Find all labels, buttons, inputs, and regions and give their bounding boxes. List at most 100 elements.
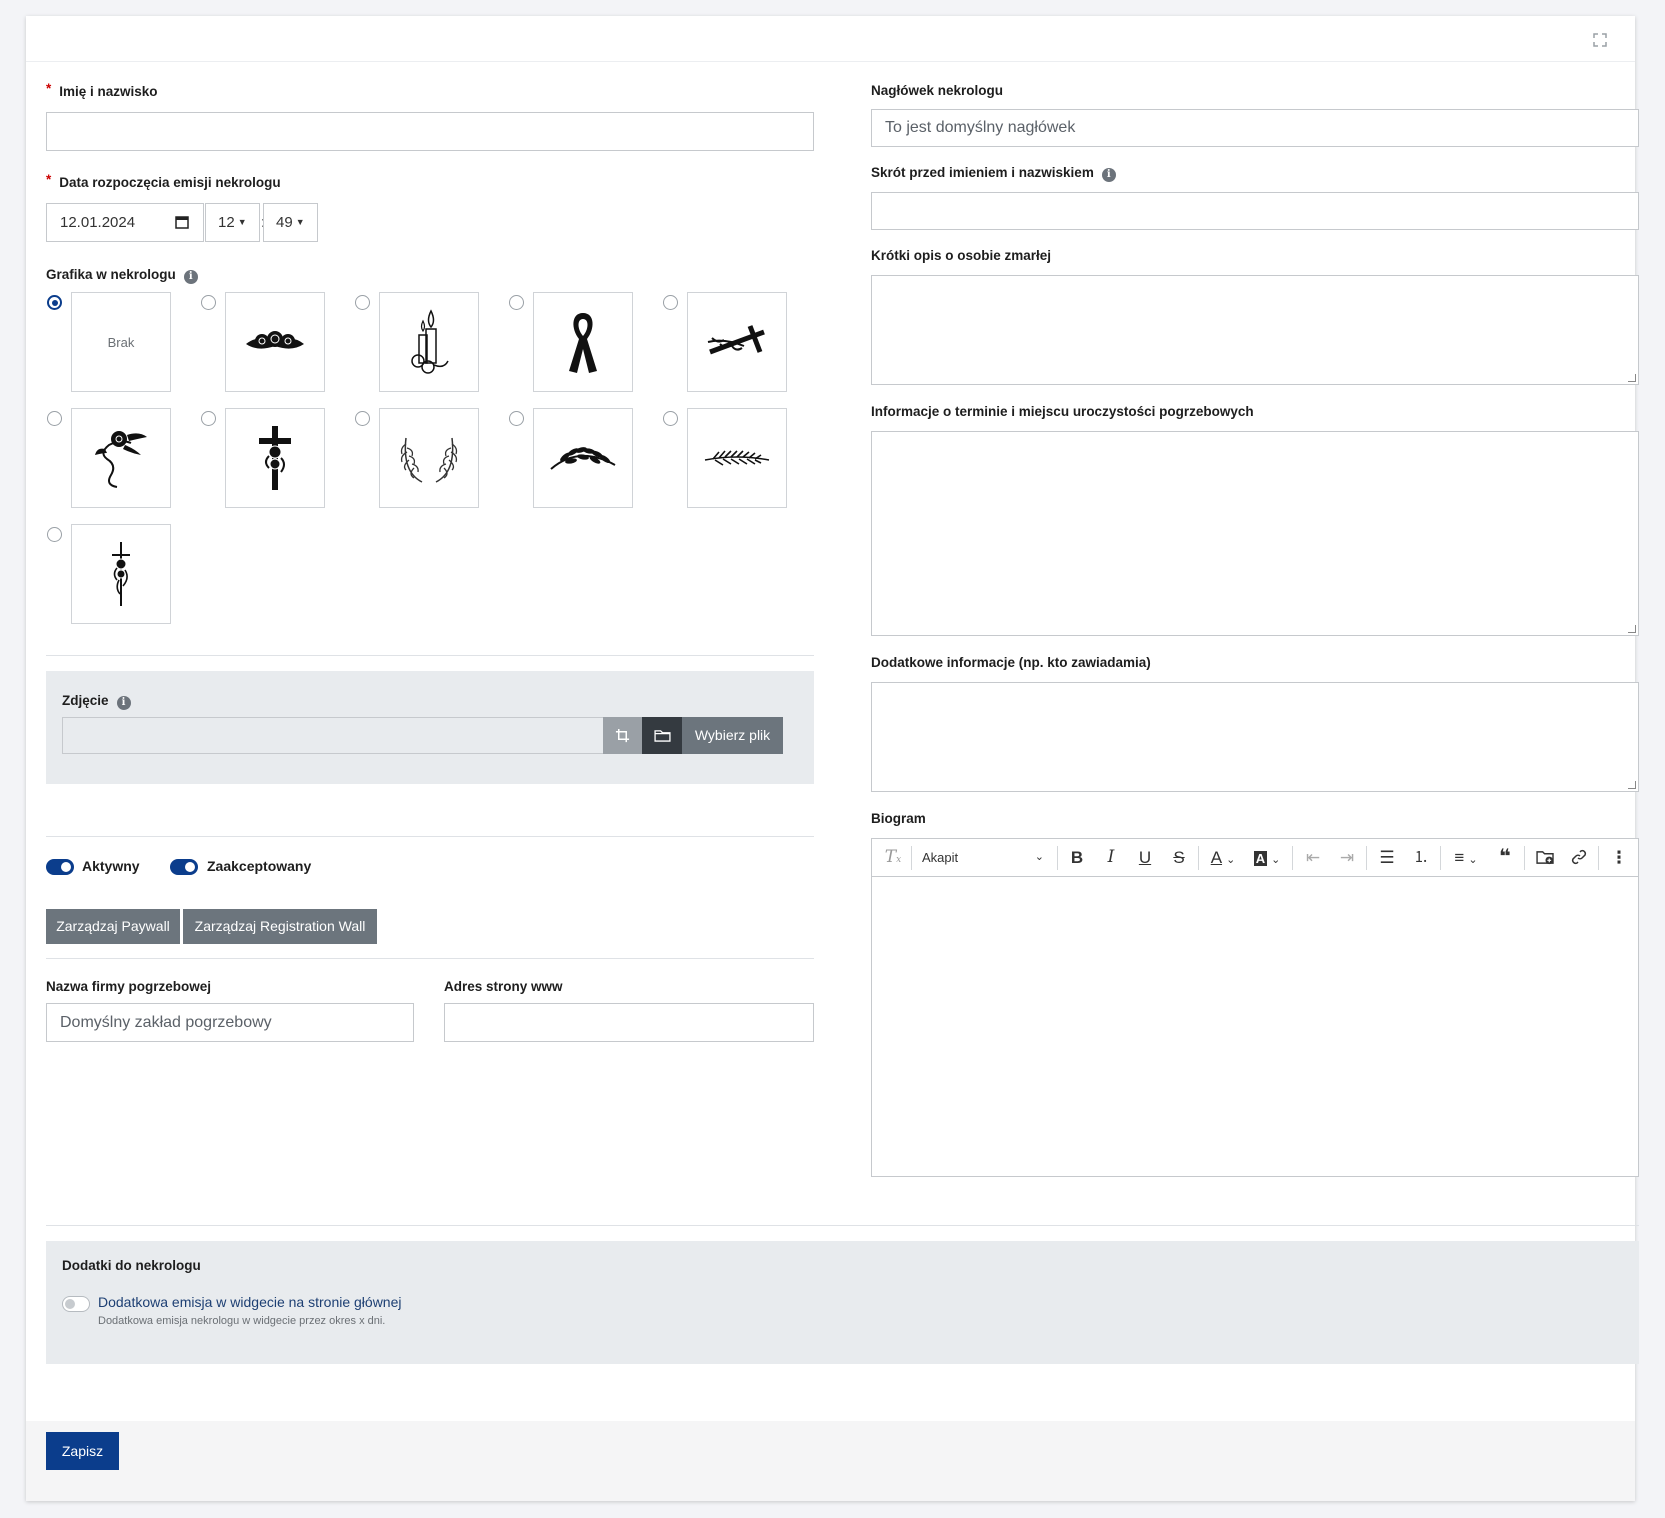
calendar-icon[interactable]: [175, 215, 189, 229]
font-color-icon[interactable]: A ⌄: [1204, 839, 1242, 876]
additional-textarea[interactable]: [871, 682, 1639, 792]
strikethrough-icon[interactable]: S: [1164, 839, 1194, 876]
toolbar-separator: [1292, 846, 1293, 870]
manage-registration-wall-button[interactable]: Zarządzaj Registration Wall: [183, 909, 377, 944]
paragraph-select[interactable]: Akapit ⌄: [916, 839, 1052, 876]
bold-icon[interactable]: B: [1062, 839, 1092, 876]
graphic-radio-ribbon[interactable]: [509, 295, 524, 310]
caret-down-icon: ▼: [295, 217, 305, 227]
toolbar-separator: [1198, 846, 1199, 870]
website-input[interactable]: [444, 1003, 814, 1042]
graphic-radio-cross-rose-small[interactable]: [47, 527, 62, 542]
active-label: Aktywny: [82, 858, 140, 874]
short-desc-textarea[interactable]: [871, 275, 1639, 385]
accepted-label: Zaakceptowany: [207, 858, 312, 874]
candle-icon: [411, 309, 449, 374]
photo-file-input[interactable]: [62, 717, 604, 754]
divider: [46, 958, 814, 959]
link-icon[interactable]: [1564, 839, 1594, 876]
date-label: * Data rozpoczęcia emisji nekrologu: [46, 172, 281, 190]
funeral-company-input[interactable]: Domyślny zakład pogrzebowy: [46, 1003, 414, 1042]
paragraph-value: Akapit: [922, 850, 959, 865]
graphic-radio-rose-cross[interactable]: [201, 411, 216, 426]
manage-paywall-button[interactable]: Zarządzaj Paywall: [46, 909, 180, 944]
graphic-option-wheat[interactable]: [533, 408, 633, 508]
toolbar-separator: [1057, 846, 1058, 870]
graphic-option-cross-rose-small[interactable]: [71, 524, 171, 624]
graphic-radio-rose-vine[interactable]: [47, 411, 62, 426]
resize-handle[interactable]: [1628, 374, 1636, 382]
crop-icon: [615, 728, 630, 743]
numbered-list-icon[interactable]: ⒈: [1406, 839, 1436, 876]
date-value: 12.01.2024: [60, 214, 136, 231]
italic-icon[interactable]: I: [1096, 839, 1126, 876]
website-label: Adres strony www: [444, 979, 563, 994]
graphic-option-rose-vine[interactable]: [71, 408, 171, 508]
toolbar-separator: [1524, 846, 1525, 870]
background-color-icon[interactable]: A ⌄: [1246, 839, 1288, 876]
graphic-option-ribbon[interactable]: [533, 292, 633, 392]
hour-select[interactable]: 12 ▼: [205, 203, 260, 242]
graphic-radio-wheat[interactable]: [509, 411, 524, 426]
graphic-radio-cross-branch[interactable]: [663, 295, 678, 310]
info-icon[interactable]: i: [1101, 168, 1116, 182]
ribbon-icon: [569, 313, 597, 373]
folder-button[interactable]: [642, 717, 682, 754]
widget-label[interactable]: Dodatkowa emisja w widgecie na stronie g…: [98, 1294, 402, 1310]
short-desc-label: Krótki opis o osobie zmarłej: [871, 248, 1052, 263]
resize-handle[interactable]: [1628, 781, 1636, 789]
wreath-icon: [400, 437, 458, 483]
graphic-option-roses[interactable]: [225, 292, 325, 392]
save-button[interactable]: Zapisz: [46, 1432, 119, 1470]
rose-vine-icon: [95, 431, 147, 488]
wheat-icon: [550, 447, 616, 470]
graphic-option-wreath[interactable]: [379, 408, 479, 508]
header-input[interactable]: To jest domyślny nagłówek: [871, 109, 1639, 147]
folder-icon: [654, 730, 671, 742]
toolbar-separator: [1598, 846, 1599, 870]
graphic-option-candle[interactable]: [379, 292, 479, 392]
abbrev-input[interactable]: [871, 192, 1639, 230]
blockquote-icon[interactable]: ❝: [1490, 839, 1520, 876]
outdent-icon[interactable]: ⇤: [1298, 839, 1328, 876]
graphic-radio-roses[interactable]: [201, 295, 216, 310]
info-icon[interactable]: i: [183, 270, 198, 284]
indent-icon[interactable]: ⇥: [1332, 839, 1362, 876]
choose-file-button[interactable]: Wybierz plik: [682, 717, 783, 754]
rose-cross-icon: [259, 426, 291, 490]
graphic-option-rose-cross[interactable]: [225, 408, 325, 508]
accepted-toggle[interactable]: [170, 859, 198, 875]
palm-leaf-icon: [704, 450, 770, 466]
additional-label: Dodatkowe informacje (np. kto zawiadamia…: [871, 655, 1151, 670]
widget-toggle[interactable]: [62, 1296, 90, 1312]
graphic-radio-candle[interactable]: [355, 295, 370, 310]
align-icon[interactable]: ≡ ⌄: [1446, 839, 1486, 876]
info-icon[interactable]: i: [116, 696, 131, 710]
biogram-editor[interactable]: [871, 877, 1639, 1177]
cross-rose-small-icon: [112, 542, 130, 606]
graphic-option-none[interactable]: Brak: [71, 292, 171, 392]
graphic-radio-none[interactable]: [47, 295, 62, 310]
active-toggle[interactable]: [46, 859, 74, 875]
minute-value: 49: [276, 214, 293, 231]
more-options-icon[interactable]: ⋮: [1604, 839, 1634, 876]
graphic-option-cross-branch[interactable]: [687, 292, 787, 392]
addons-title: Dodatki do nekrologu: [62, 1258, 201, 1273]
bulleted-list-icon[interactable]: ☰: [1372, 839, 1402, 876]
ceremony-textarea[interactable]: [871, 431, 1639, 636]
chevron-down-icon: ⌄: [1034, 851, 1044, 863]
insert-media-icon[interactable]: [1530, 839, 1560, 876]
crop-button[interactable]: [603, 717, 642, 754]
graphic-radio-palm-leaf[interactable]: [663, 411, 678, 426]
fullscreen-icon[interactable]: [1593, 33, 1607, 47]
underline-icon[interactable]: U: [1130, 839, 1160, 876]
graphic-option-palm-leaf[interactable]: [687, 408, 787, 508]
header-label: Nagłówek nekrologu: [871, 83, 1004, 98]
minute-select[interactable]: 49 ▼: [263, 203, 318, 242]
name-input[interactable]: [46, 112, 814, 151]
graphic-radio-wreath[interactable]: [355, 411, 370, 426]
toolbar-separator: [911, 846, 912, 870]
resize-handle[interactable]: [1628, 625, 1636, 633]
date-input[interactable]: 12.01.2024: [46, 203, 204, 242]
clear-format-icon[interactable]: Tx: [880, 839, 906, 876]
